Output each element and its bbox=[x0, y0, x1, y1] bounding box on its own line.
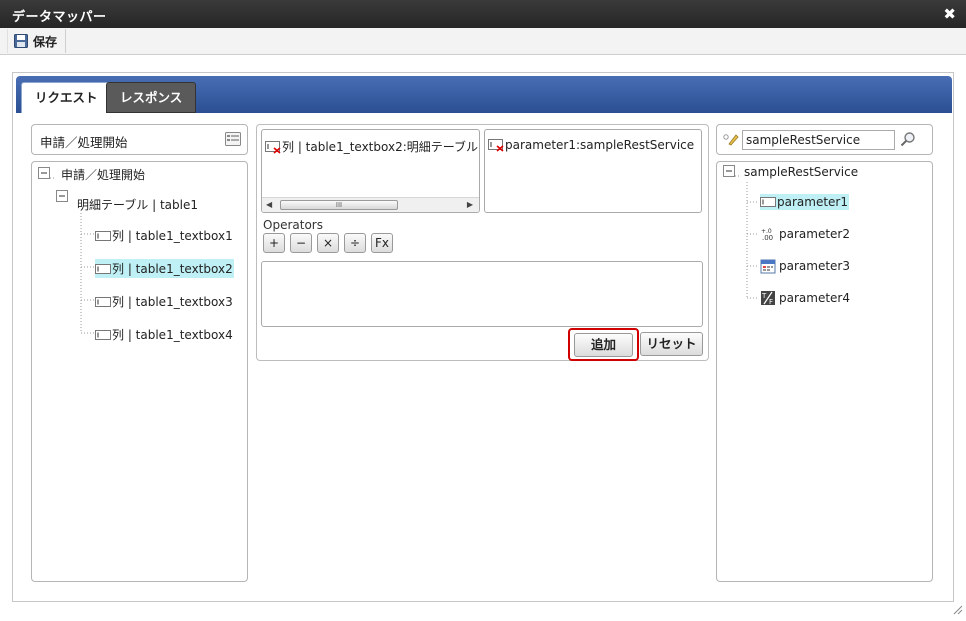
horizontal-scrollbar[interactable]: ◀ III ▶ bbox=[262, 197, 479, 212]
source-item-label: 列 | table1_textbox2:明細テーブル | table1 bbox=[282, 140, 479, 154]
text-field-icon bbox=[95, 263, 111, 274]
mapping-editor: 列 | table1_textbox2:明細テーブル | table1 ◀ II… bbox=[256, 124, 709, 361]
svg-text:T: T bbox=[761, 292, 767, 300]
toolbar: 保存 bbox=[0, 28, 966, 55]
add-button[interactable]: 追加 bbox=[574, 333, 633, 357]
target-item-box[interactable]: parameter1:sampleRestService bbox=[484, 129, 702, 213]
floppy-disk-icon bbox=[14, 34, 28, 48]
tree-node-param[interactable]: parameter3 bbox=[760, 258, 851, 274]
source-form-name: 申請／処理開始 bbox=[40, 135, 128, 150]
scroll-right-icon[interactable]: ▶ bbox=[467, 200, 473, 209]
dialog-title: データマッパー bbox=[12, 10, 107, 25]
divide-button[interactable]: ÷ bbox=[344, 233, 366, 253]
tree-node-column[interactable]: 列 | table1_textbox1 bbox=[95, 226, 234, 245]
expression-area[interactable] bbox=[261, 261, 703, 327]
tree-node-label: parameter1 bbox=[777, 195, 848, 209]
source-tree: 申請／処理開始 明細テーブル | table1 列 | table1_textb… bbox=[31, 161, 248, 582]
collapse-icon[interactable] bbox=[723, 164, 735, 180]
source-form-selector[interactable]: 申請／処理開始 bbox=[31, 124, 248, 155]
tree-node-param[interactable]: +.0.00 parameter2 bbox=[760, 226, 851, 242]
tree-node-label: sampleRestService bbox=[744, 165, 859, 179]
dialog-titlebar: データマッパー ✖ bbox=[0, 0, 966, 28]
scroll-left-icon[interactable]: ◀ bbox=[266, 200, 272, 209]
tree-connector-lines bbox=[729, 175, 759, 299]
target-item: parameter1:sampleRestService bbox=[488, 138, 694, 152]
text-field-icon bbox=[95, 230, 111, 241]
source-item: 列 | table1_textbox2:明細テーブル | table1 bbox=[265, 138, 479, 155]
save-button[interactable]: 保存 bbox=[7, 29, 67, 53]
form-list-icon[interactable] bbox=[225, 132, 241, 149]
tree-node-label: parameter4 bbox=[779, 291, 850, 305]
tree-node-label: 申請／処理開始 bbox=[61, 168, 146, 182]
close-icon[interactable]: ✖ bbox=[943, 5, 956, 23]
tree-node-label: 列 | table1_textbox2 bbox=[112, 262, 233, 276]
tree-node-label: parameter3 bbox=[779, 259, 850, 273]
tree-node-label: 列 | table1_textbox3 bbox=[112, 295, 233, 309]
tree-node-root[interactable]: sampleRestService bbox=[723, 164, 859, 180]
text-field-icon bbox=[760, 197, 776, 207]
collapse-icon[interactable] bbox=[56, 190, 68, 205]
edit-pencil-icon[interactable] bbox=[723, 132, 739, 149]
source-item-box[interactable]: 列 | table1_textbox2:明細テーブル | table1 ◀ II… bbox=[261, 129, 480, 213]
minus-button[interactable]: − bbox=[290, 233, 312, 253]
tree-node-label: 列 | table1_textbox4 bbox=[112, 328, 233, 342]
tree-node-param-selected[interactable]: parameter1 bbox=[760, 194, 849, 210]
calendar-icon bbox=[760, 259, 776, 274]
tree-connector-lines bbox=[44, 177, 94, 334]
number-icon: +.0.00 bbox=[761, 228, 773, 241]
tree-node-column-selected[interactable]: 列 | table1_textbox2 bbox=[95, 259, 234, 278]
tab-bar: リクエスト レスポンス bbox=[16, 76, 952, 113]
svg-text:F: F bbox=[769, 298, 773, 306]
service-search-input[interactable] bbox=[742, 130, 895, 150]
text-field-error-icon bbox=[488, 139, 504, 152]
operators-label: Operators bbox=[263, 218, 323, 232]
tree-node-table[interactable] bbox=[56, 190, 68, 205]
tree-node-param[interactable]: TF parameter4 bbox=[760, 290, 851, 306]
function-button[interactable]: Fx bbox=[371, 233, 393, 253]
tree-node-root[interactable]: 申請／処理開始 bbox=[38, 165, 146, 184]
service-selector bbox=[716, 124, 933, 155]
mapper-container: リクエスト レスポンス 申請／処理開始 申請／処理開始 明細テーブル | tab… bbox=[12, 72, 954, 602]
target-tree: sampleRestService parameter1 +.0.00 para… bbox=[716, 161, 933, 582]
boolean-icon: TF bbox=[761, 291, 775, 306]
tree-node-column[interactable]: 列 | table1_textbox3 bbox=[95, 292, 234, 311]
tree-node-label: 明細テーブル | table1 bbox=[77, 198, 198, 212]
collapse-icon[interactable] bbox=[38, 167, 50, 182]
svg-text:.00: .00 bbox=[762, 234, 773, 241]
scrollbar-thumb[interactable]: III bbox=[280, 200, 398, 210]
target-item-label: parameter1:sampleRestService bbox=[505, 138, 695, 152]
add-button-highlight: 追加 bbox=[568, 328, 639, 361]
multiply-button[interactable]: × bbox=[317, 233, 339, 253]
reset-button[interactable]: リセット bbox=[640, 332, 703, 356]
resize-grip-icon[interactable] bbox=[951, 603, 963, 618]
save-button-label: 保存 bbox=[33, 34, 58, 49]
tab-response[interactable]: レスポンス bbox=[106, 82, 197, 113]
tree-node-label: 列 | table1_textbox1 bbox=[112, 229, 233, 243]
tree-node-column[interactable]: 列 | table1_textbox4 bbox=[95, 325, 234, 344]
plus-button[interactable]: + bbox=[263, 233, 285, 253]
search-icon[interactable] bbox=[900, 131, 916, 150]
tab-request[interactable]: リクエスト bbox=[21, 82, 112, 113]
tree-node-table-label[interactable]: 明細テーブル | table1 bbox=[76, 195, 199, 214]
text-field-icon bbox=[95, 329, 111, 340]
text-field-error-icon bbox=[265, 140, 281, 154]
tree-node-label: parameter2 bbox=[779, 227, 850, 241]
text-field-icon bbox=[95, 296, 111, 307]
operator-buttons: + − × ÷ Fx bbox=[263, 233, 393, 253]
